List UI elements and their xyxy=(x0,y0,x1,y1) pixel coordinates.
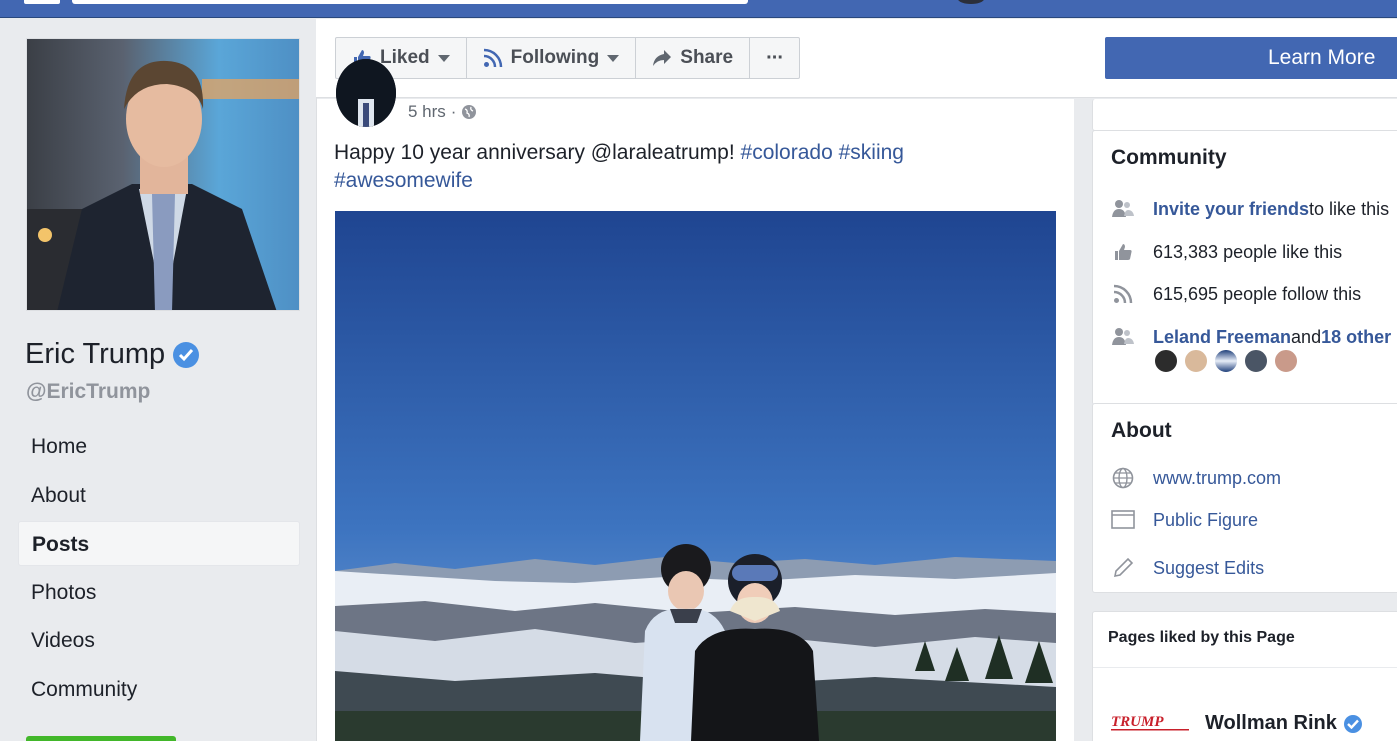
invite-friends-row: Invite your friends to like this xyxy=(1111,197,1389,221)
friend-name-link[interactable]: Leland Freeman xyxy=(1153,327,1291,348)
page-name[interactable]: Eric Trump xyxy=(25,338,200,371)
pages-liked-title: Pages liked by this Page xyxy=(1108,629,1295,646)
action-button-group: Liked Following Share ··· xyxy=(335,37,801,79)
nav-item-home[interactable]: Home xyxy=(18,424,300,469)
community-title[interactable]: Community xyxy=(1111,146,1227,170)
more-options-button[interactable]: ··· xyxy=(750,38,799,78)
liked-page-item[interactable]: Wollman Rink xyxy=(1205,712,1362,735)
hashtag-awesomewife-link[interactable]: #awesomewife xyxy=(334,169,473,192)
suggest-edits-link[interactable]: Suggest Edits xyxy=(1153,558,1264,579)
search-input[interactable] xyxy=(72,0,748,4)
post-message: Happy 10 year anniversary @laraleatrump!… xyxy=(334,139,1034,195)
share-label: Share xyxy=(680,47,734,68)
page-nav: Home About Posts Photos Videos Community xyxy=(18,424,300,715)
share-button[interactable]: Share xyxy=(636,38,751,78)
rss-icon xyxy=(483,48,502,68)
category-row: Public Figure xyxy=(1111,508,1258,532)
nav-item-posts[interactable]: Posts xyxy=(18,521,300,566)
friend-avatar[interactable] xyxy=(1184,349,1208,373)
friend-avatars-list xyxy=(1154,349,1298,373)
about-title[interactable]: About xyxy=(1111,419,1172,443)
nav-item-about[interactable]: About xyxy=(18,473,300,518)
following-label: Following xyxy=(510,47,600,68)
friend-avatar[interactable] xyxy=(1244,349,1268,373)
right-column-gutter xyxy=(1074,99,1092,741)
rss-icon xyxy=(1111,282,1135,306)
globe-icon xyxy=(1111,466,1135,490)
category-link[interactable]: Public Figure xyxy=(1153,510,1258,531)
community-card: Community Invite your friends to like th… xyxy=(1092,130,1397,405)
create-page-button[interactable] xyxy=(26,736,176,741)
post-author-avatar[interactable] xyxy=(336,59,396,127)
likes-count-text: 613,383 people like this xyxy=(1153,241,1343,262)
right-column: Community Invite your friends to like th… xyxy=(1092,19,1397,741)
page-handle[interactable]: @EricTrump xyxy=(26,380,150,404)
top-navbar xyxy=(0,0,1397,18)
invite-friends-link[interactable]: Invite your friends xyxy=(1153,199,1309,220)
friends-icon xyxy=(1111,325,1135,349)
website-row: www.trump.com xyxy=(1111,466,1281,490)
invite-friends-text: to like this xyxy=(1309,198,1390,219)
friend-and-text: and xyxy=(1291,326,1322,347)
chevron-down-icon xyxy=(437,54,450,62)
globe-icon xyxy=(462,105,477,119)
hashtag-skiing-link[interactable]: #skiing xyxy=(839,141,904,164)
wollman-rink-logo[interactable]: TRUMP xyxy=(1111,713,1191,733)
liked-page-name[interactable]: Wollman Rink xyxy=(1205,712,1337,735)
profile-picture[interactable] xyxy=(26,38,300,311)
left-column: Eric Trump @EricTrump Home About Posts P… xyxy=(0,19,316,741)
cta-card-bottom xyxy=(1092,99,1397,131)
post-photo[interactable] xyxy=(335,211,1056,741)
share-arrow-icon xyxy=(653,50,672,66)
pages-liked-card: Pages liked by this Page TRUMP Wollman R… xyxy=(1092,611,1397,741)
friend-avatar[interactable] xyxy=(1274,349,1298,373)
friends-like-row: Leland Freeman and 18 other xyxy=(1111,325,1391,349)
post-time-separator: · xyxy=(450,102,457,121)
more-dots-icon: ··· xyxy=(766,46,784,69)
post-text-body: Happy 10 year anniversary @laraleatrump! xyxy=(334,141,741,164)
user-avatar[interactable] xyxy=(958,0,984,4)
post-time-text[interactable]: 5 hrs xyxy=(408,102,446,122)
verified-badge-icon xyxy=(173,341,200,368)
website-link[interactable]: www.trump.com xyxy=(1153,468,1281,489)
following-button[interactable]: Following xyxy=(467,38,637,78)
friend-avatar[interactable] xyxy=(1154,349,1178,373)
nav-item-videos[interactable]: Videos xyxy=(18,618,300,663)
follows-count-row: 615,695 people follow this xyxy=(1111,282,1361,306)
suggest-edits-row: Suggest Edits xyxy=(1111,556,1264,580)
friend-others-link[interactable]: 18 other xyxy=(1321,327,1391,348)
trump-logo-text: TRUMP xyxy=(1111,714,1164,730)
hashtag-colorado-link[interactable]: #colorado xyxy=(741,141,833,164)
chevron-down-icon xyxy=(607,54,620,62)
nav-item-community[interactable]: Community xyxy=(18,667,300,712)
pages-liked-divider xyxy=(1093,667,1397,668)
invite-friends-icon xyxy=(1111,197,1135,221)
liked-label: Liked xyxy=(380,47,430,68)
facebook-logo-icon[interactable] xyxy=(24,0,60,4)
pencil-icon xyxy=(1111,556,1135,580)
post-timestamp[interactable]: 5 hrs · xyxy=(408,102,477,122)
verified-badge-icon xyxy=(1343,714,1362,733)
follows-count-text: 615,695 people follow this xyxy=(1153,283,1362,304)
likes-count-row: 613,383 people like this xyxy=(1111,240,1342,264)
thumbs-up-icon xyxy=(1111,240,1135,264)
about-card: About www.trump.com Public Figure Sugges… xyxy=(1092,403,1397,593)
page-category-icon xyxy=(1111,508,1135,532)
post-card: 5 hrs · Happy 10 year anniversary @laral… xyxy=(317,59,1074,741)
page-name-text[interactable]: Eric Trump xyxy=(25,338,165,371)
nav-item-photos[interactable]: Photos xyxy=(18,570,300,615)
friend-avatar[interactable] xyxy=(1214,349,1238,373)
